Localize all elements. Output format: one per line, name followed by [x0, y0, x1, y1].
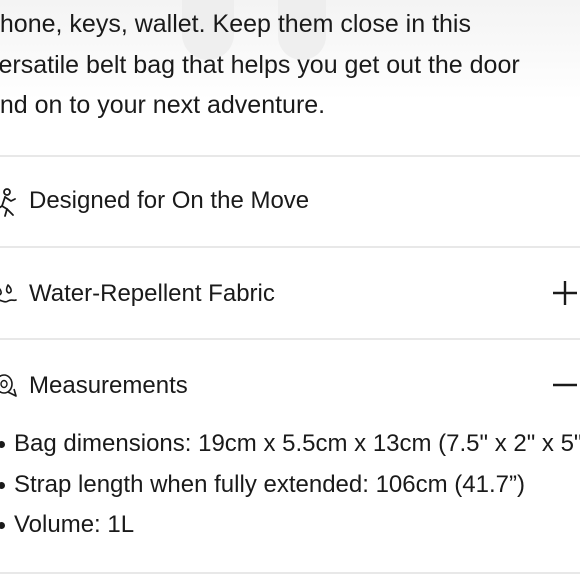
list-item: Bag dimensions: 19cm x 5.5cm x 13cm (7.5…	[0, 424, 580, 465]
list-item: Volume: 1L	[0, 505, 580, 546]
collapse-minus-icon[interactable]	[550, 370, 580, 400]
measurement-text: Volume: 1L	[14, 511, 135, 538]
running-person-icon	[0, 188, 16, 217]
bullet-icon	[0, 441, 5, 448]
expand-plus-icon[interactable]	[550, 278, 580, 308]
feature-row-measurements[interactable]: Measurements	[0, 340, 580, 428]
product-description: phone, keys, wallet. Keep them close in …	[0, 4, 580, 126]
feature-label: Water-Repellent Fabric	[29, 280, 275, 307]
description-line: versatile belt bag that helps you get ou…	[0, 50, 520, 79]
measurements-list: Bag dimensions: 19cm x 5.5cm x 13cm (7.5…	[0, 424, 580, 546]
feature-label: Designed for On the Move	[29, 187, 310, 214]
measurement-text: Bag dimensions: 19cm x 5.5cm x 13cm (7.5…	[14, 430, 580, 457]
measurement-text: Strap length when fully extended: 106cm …	[14, 470, 525, 498]
section-divider	[0, 572, 580, 574]
bullet-icon	[0, 522, 5, 529]
feature-row-water-repellent-fabric[interactable]: Water-Repellent Fabric	[0, 248, 580, 336]
list-item: Strap length when fully extended: 106cm …	[0, 465, 580, 506]
feature-label: Measurements	[29, 372, 188, 399]
feature-row-designed-for-on-the-move[interactable]: Designed for On the Move	[0, 157, 580, 245]
water-drops-icon	[0, 284, 17, 303]
description-line: and on to your next adventure.	[0, 91, 326, 119]
product-details-page: phone, keys, wallet. Keep them close in …	[0, 0, 580, 580]
description-line: phone, keys, wallet. Keep them close in …	[0, 10, 471, 38]
tape-measure-icon	[0, 374, 17, 397]
bullet-icon	[0, 481, 5, 489]
